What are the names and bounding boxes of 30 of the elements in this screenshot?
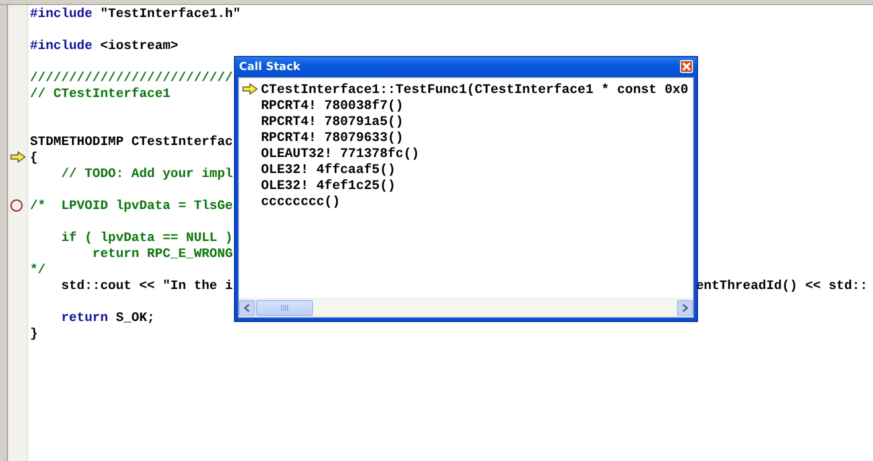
- horizontal-scrollbar[interactable]: [239, 298, 693, 317]
- code-line: // TODO: Add your impl: [60, 166, 233, 180]
- close-icon: [682, 62, 691, 71]
- stack-frame[interactable]: cccccccc(): [261, 194, 340, 208]
- code-line: return S_OK;: [60, 310, 155, 324]
- scroll-right-button[interactable]: [677, 300, 693, 316]
- code-line: {: [30, 150, 38, 164]
- code-line: #include <iostream>: [30, 38, 178, 52]
- code-line: }: [30, 326, 38, 340]
- close-button[interactable]: [680, 60, 693, 73]
- stack-frame[interactable]: RPCRT4! 780038f7(): [261, 98, 404, 112]
- code-line: entThreadId() << std::: [696, 278, 868, 292]
- stack-frame[interactable]: RPCRT4! 780791a5(): [261, 114, 404, 128]
- stack-frame[interactable]: CTestInterface1::TestFunc1(CTestInterface1 * const 0x0: [261, 82, 688, 96]
- code-line: /* LPVOID lpvData = TlsGe: [30, 198, 233, 212]
- code-line: STDMETHODIMP CTestInterfac: [30, 134, 233, 148]
- stack-frame[interactable]: OLEAUT32! 771378fc(): [261, 146, 420, 160]
- stack-frame[interactable]: OLE32! 4ffcaaf5(): [261, 162, 396, 176]
- scroll-thumb[interactable]: [256, 300, 313, 316]
- code-line: #include "TestInterface1.h": [30, 6, 241, 20]
- code-line: std::cout << "In the i: [60, 278, 233, 292]
- window-title: Call Stack: [239, 60, 300, 73]
- stack-frame[interactable]: OLE32! 4fef1c25(): [261, 178, 396, 192]
- code-line: if ( lpvData == NULL ): [60, 230, 233, 244]
- code-line: return RPC_E_WRONG: [91, 246, 233, 260]
- code-line: */: [30, 262, 46, 276]
- stack-frame[interactable]: RPCRT4! 78079633(): [261, 130, 404, 144]
- code-line: //////////////////////////: [30, 70, 233, 84]
- code-line: // CTestInterface1: [30, 86, 170, 100]
- scroll-left-button[interactable]: [239, 300, 255, 316]
